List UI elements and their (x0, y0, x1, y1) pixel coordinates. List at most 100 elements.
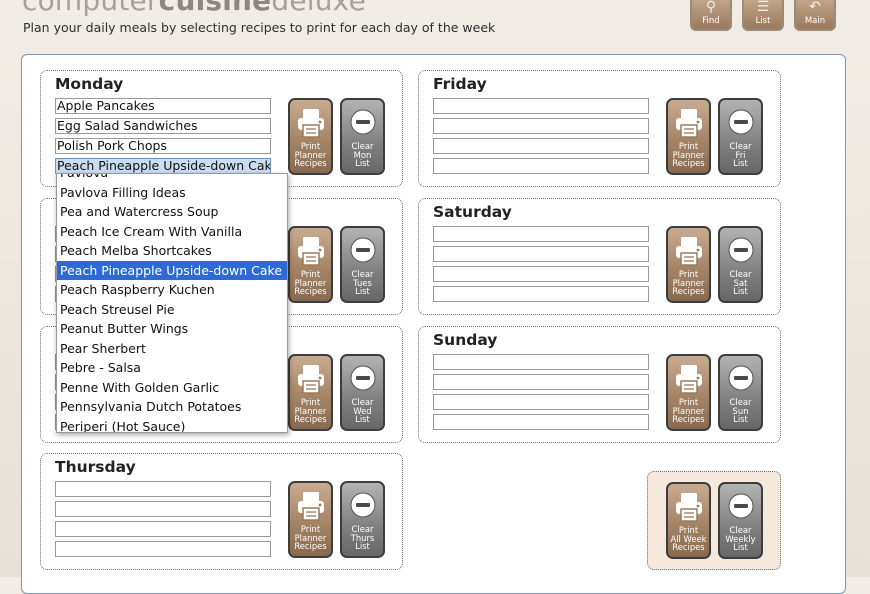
recipe-dropdown-list[interactable]: PavlovaPavlova Filling IdeasPea and Wate… (56, 173, 288, 433)
dropdown-item[interactable]: Periperi (Hot Sauce) (57, 417, 287, 433)
print-button-label: Print Planner Recipes (290, 525, 331, 551)
minus-circle-icon (726, 491, 756, 523)
day-title: Thursday (55, 458, 136, 476)
recipe-slot-3[interactable] (433, 266, 649, 282)
dropdown-item[interactable]: Peach Ice Cream With Vanilla (57, 222, 287, 241)
clear-friday-button[interactable]: Clear Fri List (718, 98, 763, 175)
recipe-slot-2[interactable] (433, 118, 649, 134)
recipe-slot-2[interactable] (55, 501, 271, 517)
brand-bold: cuisine (158, 0, 272, 17)
day-title: Saturday (433, 203, 512, 221)
minus-circle-icon (348, 490, 378, 522)
day-title: Friday (433, 75, 487, 93)
recipe-slot-4[interactable] (433, 286, 649, 302)
button-label-line: List (355, 158, 370, 169)
clear-button-label: Clear Mon List (342, 142, 383, 168)
button-label-line: List (355, 286, 370, 297)
button-label-line: List (733, 286, 748, 297)
print-button-label: Print Planner Recipes (290, 398, 331, 424)
find-label: Find (702, 16, 720, 26)
button-label-line: List (733, 158, 748, 169)
button-label-line: Recipes (294, 158, 327, 169)
magnifier-icon: ⚲ (705, 0, 717, 15)
dropdown-item[interactable]: Pebre - Salsa (57, 358, 287, 377)
clear-button-label: Clear Sat List (720, 270, 761, 296)
button-label-line: Recipes (672, 158, 705, 169)
print-sunday-button[interactable]: Print Planner Recipes (666, 354, 711, 431)
minus-circle-icon (726, 107, 756, 139)
button-label-line: Recipes (294, 414, 327, 425)
dropdown-item[interactable]: Penne With Golden Garlic (57, 378, 287, 397)
printer-icon (673, 363, 705, 399)
recipe-slot-3[interactable] (55, 521, 271, 537)
recipe-slot-3[interactable]: Polish Pork Chops (55, 138, 271, 154)
recipe-slot-4[interactable]: Peach Pineapple Upside-down Cake (55, 158, 271, 174)
dropdown-item[interactable]: Peach Pineapple Upside-down Cake (57, 260, 287, 280)
print-friday-button[interactable]: Print Planner Recipes (666, 98, 711, 175)
weekly-controls: Print All Week Recipes Clear Weekly List (647, 471, 781, 570)
print-saturday-button[interactable]: Print Planner Recipes (666, 226, 711, 303)
minus-circle-icon (348, 235, 378, 267)
recipe-slot-1[interactable] (433, 226, 649, 242)
printer-icon (295, 235, 327, 271)
dropdown-item[interactable]: Pennsylvania Dutch Potatoes (57, 397, 287, 416)
dropdown-item[interactable]: Pavlova Filling Ideas (57, 183, 287, 202)
find-button[interactable]: ⚲ Find (690, 0, 732, 31)
dropdown-item[interactable]: Pavlova (57, 174, 287, 182)
printer-icon (673, 107, 705, 143)
dropdown-item[interactable]: Peach Streusel Pie (57, 300, 287, 319)
dropdown-item[interactable]: Pear Sherbert (57, 339, 287, 358)
list-button[interactable]: ☰ List (742, 0, 784, 31)
clear-sunday-button[interactable]: Clear Sun List (718, 354, 763, 431)
day-sunday: Sunday Print Planner Recipes Clear Sun List (418, 326, 781, 443)
clear-button-label: Clear Tues List (342, 270, 383, 296)
minus-circle-icon (348, 363, 378, 395)
recipe-slot-4[interactable] (433, 158, 649, 174)
print-tuesday-button[interactable]: Print Planner Recipes (288, 226, 333, 303)
clear-monday-button[interactable]: Clear Mon List (340, 98, 385, 175)
print-thursday-button[interactable]: Print Planner Recipes (288, 481, 333, 558)
clear-button-label: Clear Weekly List (720, 526, 761, 552)
minus-circle-icon (348, 107, 378, 139)
recipe-slot-4[interactable] (55, 541, 271, 557)
recipe-slot-2[interactable] (433, 374, 649, 390)
clear-tuesday-button[interactable]: Clear Tues List (340, 226, 385, 303)
recipe-slot-2[interactable]: Egg Salad Sandwiches (55, 118, 271, 134)
button-label-line: Recipes (294, 541, 327, 552)
main-button[interactable]: ↶ Main (794, 0, 836, 31)
clear-weekly-button[interactable]: Clear Weekly List (718, 482, 763, 559)
printer-icon (673, 491, 705, 527)
button-label-line: List (733, 414, 748, 425)
minus-circle-icon (726, 235, 756, 267)
recipe-slot-2[interactable] (433, 246, 649, 262)
dropdown-item[interactable]: Peach Raspberry Kuchen (57, 280, 287, 299)
recipe-slot-4[interactable] (433, 414, 649, 430)
printer-icon (295, 363, 327, 399)
print-button-label: Print Planner Recipes (290, 270, 331, 296)
button-label-line: Recipes (672, 414, 705, 425)
recipe-slot-3[interactable] (433, 394, 649, 410)
print-wednesday-button[interactable]: Print Planner Recipes (288, 354, 333, 431)
day-title: Monday (55, 75, 124, 93)
recipe-slot-3[interactable] (433, 138, 649, 154)
dropdown-item[interactable]: Peach Melba Shortcakes (57, 241, 287, 260)
recipe-slot-1[interactable] (433, 354, 649, 370)
day-monday: Monday Apple Pancakes Egg Salad Sandwich… (40, 70, 403, 187)
dropdown-item[interactable]: Pea and Watercress Soup (57, 202, 287, 221)
print-button-label: Print All Week Recipes (668, 526, 709, 552)
main-label: Main (804, 16, 826, 26)
print-button-label: Print Planner Recipes (668, 270, 709, 296)
print-all-week-button[interactable]: Print All Week Recipes (666, 482, 711, 559)
dropdown-item[interactable]: Peanut Butter Wings (57, 319, 287, 338)
clear-saturday-button[interactable]: Clear Sat List (718, 226, 763, 303)
clear-thursday-button[interactable]: Clear Thurs List (340, 481, 385, 558)
recipe-slot-1[interactable] (433, 98, 649, 114)
brand-tail: deluxe (271, 0, 367, 17)
minus-circle-icon (726, 363, 756, 395)
recipe-slot-1[interactable]: Apple Pancakes (55, 98, 271, 114)
day-title: Sunday (433, 331, 498, 349)
clear-wednesday-button[interactable]: Clear Wed List (340, 354, 385, 431)
print-monday-button[interactable]: Print Planner Recipes (288, 98, 333, 175)
recipe-slot-1[interactable] (55, 481, 271, 497)
printer-icon (295, 490, 327, 526)
